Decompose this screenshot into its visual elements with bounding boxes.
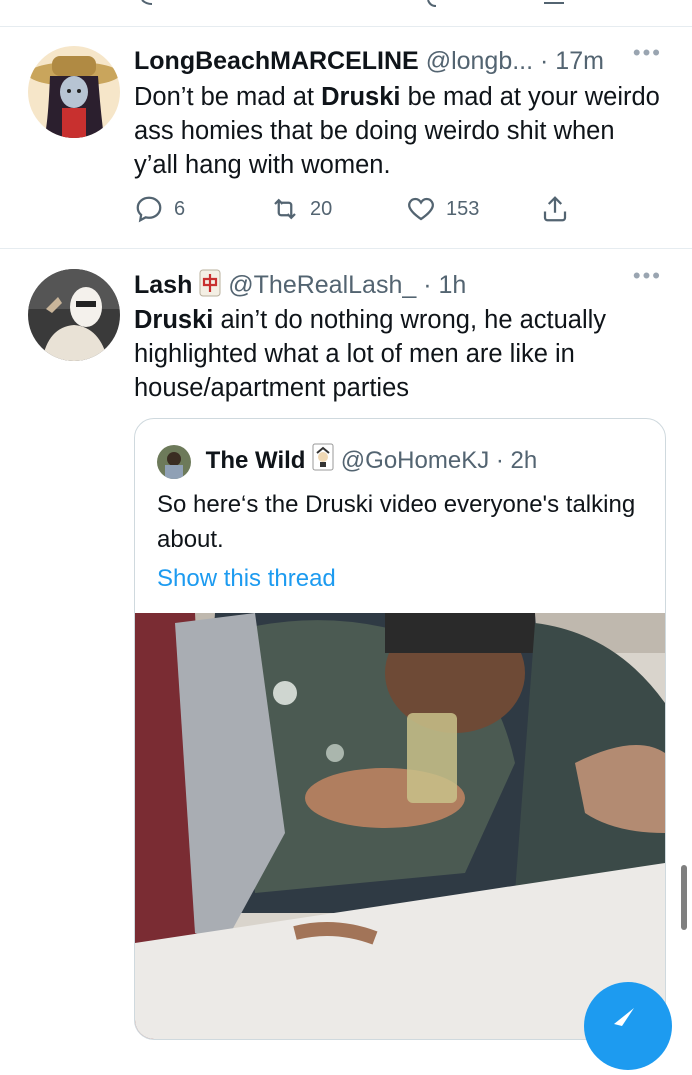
like-count: 153 [446, 197, 480, 220]
tweet-text-bold: Druski [321, 83, 401, 111]
user-handle[interactable]: @GoHomeKJ [341, 447, 489, 474]
display-name[interactable]: LongBeachMARCELINE [134, 47, 419, 75]
user-handle[interactable]: @longb... [426, 47, 533, 75]
tweet-text: Don’t be mad at Druski be mad at your we… [134, 80, 662, 182]
user-handle[interactable]: @TheRealLash_ [228, 271, 416, 299]
tweet-text: Druski ain’t do nothing wrong, he actual… [134, 303, 662, 405]
like-button[interactable]: 153 [406, 194, 479, 224]
retweet-button[interactable]: 20 [270, 194, 332, 224]
tweet-actions: 6 20 153 [134, 194, 594, 230]
joker-card-icon [312, 443, 334, 480]
compose-icon [614, 1008, 634, 1026]
timestamp[interactable]: · 2h [496, 447, 537, 474]
retweet-count: 20 [310, 197, 333, 220]
tweet-text-bold: Druski [134, 306, 214, 334]
display-name[interactable]: Lash [134, 271, 192, 299]
tweet-header: LongBeachMARCELINE @longb... · 17m [134, 46, 662, 76]
timestamp[interactable]: · 1h [423, 271, 466, 299]
tweet[interactable]: LongBeachMARCELINE @longb... · 17m Don’t… [0, 26, 692, 248]
reply-icon [136, 196, 162, 223]
video-thumbnail[interactable] [135, 613, 665, 1039]
compose-tweet-button[interactable] [584, 982, 672, 1070]
previous-tweet-actions [0, 0, 692, 26]
avatar[interactable] [157, 444, 191, 479]
avatar[interactable] [28, 46, 120, 138]
quoted-tweet-header: The Wild @GoHomeKJ · 2h [157, 443, 537, 480]
reply-button[interactable]: 6 [134, 194, 185, 224]
more-options-icon[interactable]: ••• [633, 40, 662, 66]
reply-count: 6 [174, 197, 186, 220]
avatar[interactable] [28, 269, 120, 361]
quoted-tweet[interactable]: The Wild @GoHomeKJ · 2h So here‘s the Dr… [134, 418, 666, 1040]
tweet-text-part: Don’t be mad at [134, 83, 322, 111]
like-icon [408, 197, 434, 221]
timestamp[interactable]: · 17m [540, 47, 604, 75]
mahjong-icon [199, 269, 221, 304]
display-name[interactable]: The Wild [206, 447, 306, 474]
retweet-icon [274, 198, 296, 220]
quoted-tweet-text: So here‘s the Druski video everyone's ta… [157, 491, 636, 553]
more-options-icon[interactable]: ••• [633, 263, 662, 289]
tweet-header: Lash @TheRealLash_ · 1h [134, 269, 662, 299]
scrollbar[interactable] [681, 865, 687, 930]
share-button[interactable] [540, 194, 570, 224]
show-thread-link[interactable]: Show this thread [157, 565, 336, 593]
share-icon [543, 196, 567, 222]
